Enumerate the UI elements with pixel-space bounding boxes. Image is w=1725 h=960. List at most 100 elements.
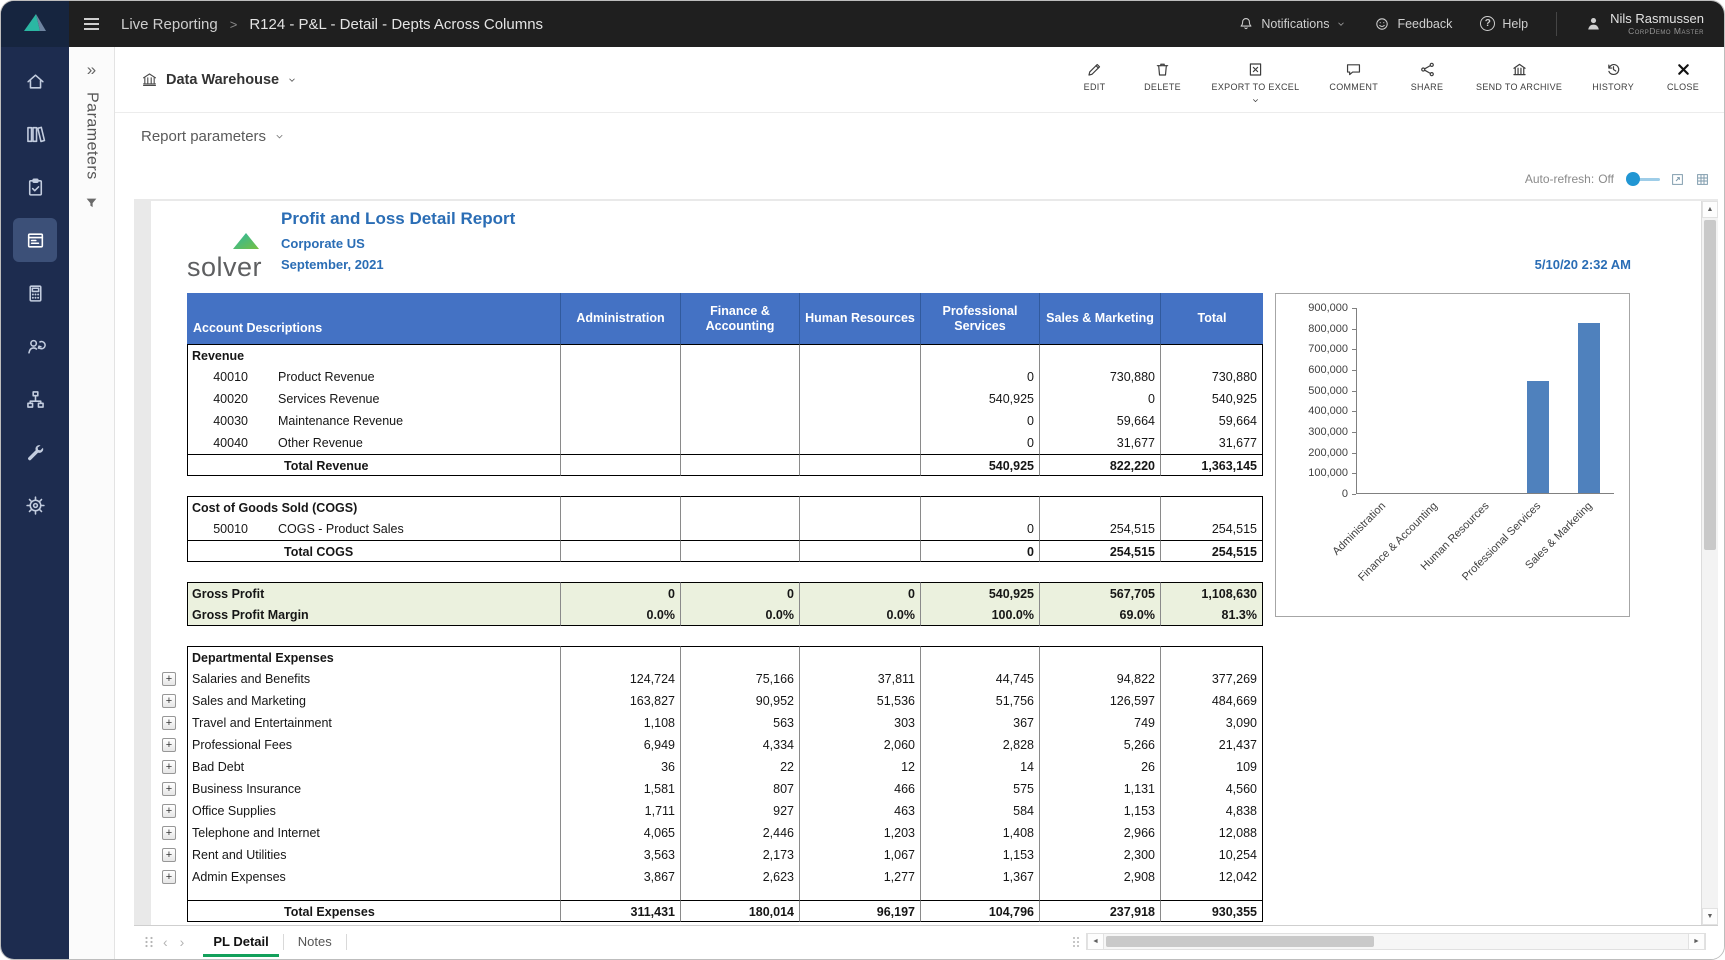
table-cell[interactable] [1039,496,1160,518]
table-cell[interactable]: 1,277 [799,866,920,888]
sidebar-item-library[interactable] [13,112,57,156]
table-cell[interactable]: 96,197 [799,900,920,922]
table-cell[interactable] [799,366,920,388]
close-button[interactable]: CLOSE [1664,55,1702,92]
table-cell[interactable]: 303 [799,712,920,734]
table-cell[interactable] [560,518,680,540]
table-cell[interactable] [799,454,920,476]
expand-row-button[interactable]: + [162,782,176,796]
table-cell[interactable] [1160,496,1263,518]
table-cell[interactable]: 21,437 [1160,734,1263,756]
table-cell[interactable]: 749 [1039,712,1160,734]
table-cell[interactable]: 822,220 [1039,454,1160,476]
table-cell[interactable]: 254,515 [1160,518,1263,540]
table-cell[interactable]: 1,108 [560,712,680,734]
table-cell[interactable]: 3,563 [560,844,680,866]
table-cell[interactable] [680,518,799,540]
table-cell[interactable]: 563 [680,712,799,734]
table-cell[interactable]: Total COGS [187,540,560,562]
table-cell[interactable]: 124,724 [560,668,680,690]
table-cell[interactable]: 100.0% [920,604,1039,626]
grid-view-icon[interactable] [1695,172,1710,187]
table-cell[interactable]: 1,067 [799,844,920,866]
table-cell[interactable]: 0 [920,366,1039,388]
scroll-right-button[interactable]: ► [1688,934,1705,949]
table-cell[interactable] [799,646,920,668]
table-cell[interactable] [680,496,799,518]
table-cell[interactable]: 377,269 [1160,668,1263,690]
table-cell[interactable]: 254,515 [1160,540,1263,562]
expand-row-button[interactable]: + [162,826,176,840]
auto-refresh-toggle[interactable] [1626,171,1660,187]
table-cell[interactable] [560,540,680,562]
vertical-scroll-track[interactable] [1702,218,1718,908]
table-cell[interactable]: 1,367 [920,866,1039,888]
table-cell[interactable]: 59,664 [1160,410,1263,432]
table-cell[interactable]: 2,300 [1039,844,1160,866]
table-cell[interactable] [1160,646,1263,668]
table-cell[interactable]: 2,623 [680,866,799,888]
tab-notes[interactable]: Notes [284,926,346,957]
table-cell[interactable] [560,454,680,476]
table-cell[interactable]: 1,153 [1039,800,1160,822]
table-cell[interactable]: 59,664 [1039,410,1160,432]
horizontal-scroll-thumb[interactable] [1106,936,1374,947]
table-cell[interactable]: 0 [680,582,799,604]
delete-button[interactable]: DELETE [1144,55,1182,92]
table-cell[interactable] [799,432,920,454]
table-cell[interactable] [680,410,799,432]
table-cell[interactable]: 51,536 [799,690,920,712]
horizontal-scroll-track[interactable] [1104,934,1688,949]
table-cell[interactable]: Sales and Marketing [187,690,560,712]
table-cell[interactable]: 730,880 [1039,366,1160,388]
table-cell[interactable]: 2,060 [799,734,920,756]
table-cell[interactable]: 1,711 [560,800,680,822]
table-cell[interactable]: 0 [799,582,920,604]
table-cell[interactable] [1160,888,1263,900]
table-cell[interactable]: 237,918 [1039,900,1160,922]
table-cell[interactable] [560,496,680,518]
table-cell[interactable] [560,366,680,388]
share-button[interactable]: SHARE [1408,55,1446,92]
app-logo[interactable] [1,1,69,47]
table-cell[interactable]: 930,355 [1160,900,1263,922]
column-header[interactable]: Human Resources [799,293,920,344]
table-cell[interactable]: Total Revenue [187,454,560,476]
splitter-icon[interactable] [1072,935,1080,949]
expand-row-button[interactable]: + [162,870,176,884]
table-cell[interactable]: Professional Fees [187,734,560,756]
table-cell[interactable] [680,646,799,668]
sidebar-item-integrations[interactable] [13,377,57,421]
table-cell[interactable] [680,540,799,562]
table-cell[interactable]: 51,756 [920,690,1039,712]
table-cell[interactable]: Rent and Utilities [187,844,560,866]
table-cell[interactable] [680,432,799,454]
table-cell[interactable]: 12,088 [1160,822,1263,844]
table-cell[interactable]: 75,166 [680,668,799,690]
table-cell[interactable]: 4,334 [680,734,799,756]
table-cell[interactable]: 540,925 [920,582,1039,604]
table-cell[interactable]: Telephone and Internet [187,822,560,844]
table-cell[interactable]: 0.0% [680,604,799,626]
table-cell[interactable]: 2,828 [920,734,1039,756]
table-cell[interactable]: 540,925 [920,454,1039,476]
table-cell[interactable]: Salaries and Benefits [187,668,560,690]
table-cell[interactable]: 0 [920,432,1039,454]
report-parameters-toggle[interactable]: Report parameters [141,128,285,145]
table-cell[interactable] [799,410,920,432]
expand-row-button[interactable]: + [162,694,176,708]
sidebar-item-admin-tools[interactable] [13,430,57,474]
table-cell[interactable] [1039,646,1160,668]
table-cell[interactable]: Total Expenses [187,900,560,922]
table-cell[interactable]: 6,949 [560,734,680,756]
table-cell[interactable]: 3,867 [560,866,680,888]
table-cell[interactable]: 40020Services Revenue [187,388,560,410]
table-cell[interactable] [1039,344,1160,366]
table-cell[interactable]: 540,925 [1160,388,1263,410]
table-cell[interactable] [680,366,799,388]
comment-button[interactable]: COMMENT [1329,55,1378,92]
table-cell[interactable]: 90,952 [680,690,799,712]
table-cell[interactable] [799,388,920,410]
table-cell[interactable]: 50010COGS - Product Sales [187,518,560,540]
table-cell[interactable]: 40040Other Revenue [187,432,560,454]
